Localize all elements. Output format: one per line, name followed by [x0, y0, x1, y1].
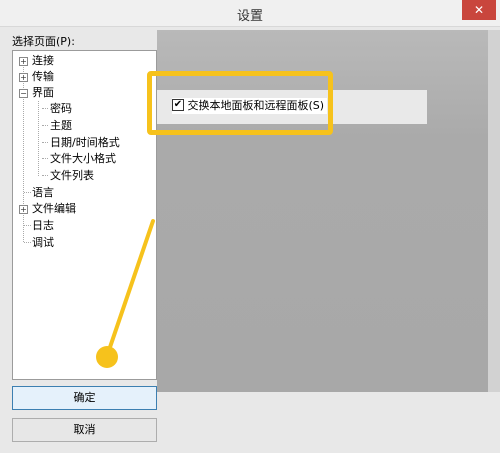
cancel-button[interactable]: 取消: [12, 418, 157, 442]
page-tree[interactable]: + + − + 连接 传输 界面 密码 主题 日期/时间格式 文件大小格式 文件…: [12, 50, 157, 380]
close-button[interactable]: ✕: [462, 0, 496, 20]
window-title: 设置: [236, 9, 263, 24]
annotation-dot: [96, 346, 118, 368]
content-edge: [488, 30, 500, 392]
title-bar: 设置 ✕: [0, 0, 500, 27]
highlight-annotation: [147, 71, 333, 135]
page-select-label: 选择页面(P):: [12, 35, 75, 48]
ok-button[interactable]: 确定: [12, 386, 157, 410]
annotation-stroke: [96, 219, 155, 368]
close-icon: ✕: [473, 3, 485, 17]
